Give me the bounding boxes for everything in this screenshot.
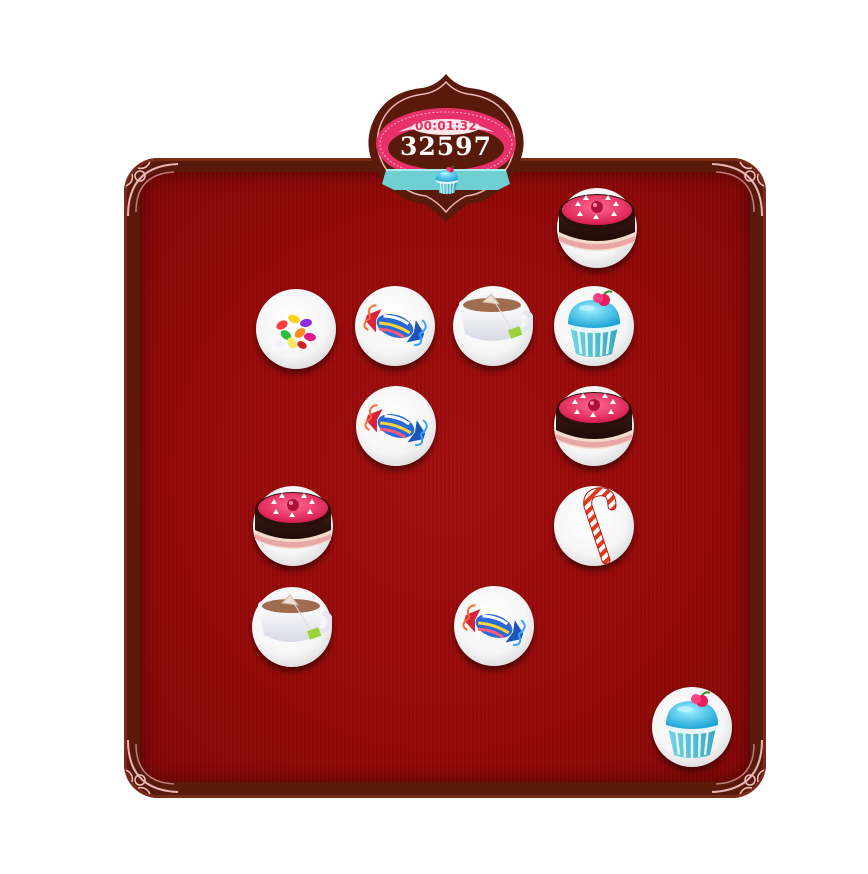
tile-cake[interactable] — [557, 188, 637, 268]
tile-wrapped-candy[interactable] — [454, 586, 534, 666]
cupcake-icon — [554, 286, 634, 366]
wrapped-candy-icon — [356, 386, 436, 466]
tile-cake[interactable] — [554, 386, 634, 466]
score-display: 32597 — [400, 132, 492, 161]
cake-icon — [253, 486, 333, 566]
tile-cake[interactable] — [253, 486, 333, 566]
wrapped-candy-icon — [454, 586, 534, 666]
tile-tea-cup[interactable] — [453, 286, 533, 366]
wrapped-candy-icon — [355, 286, 435, 366]
tea-cup-icon — [453, 286, 533, 366]
tile-wrapped-candy[interactable] — [355, 286, 435, 366]
tile-cupcake[interactable] — [652, 687, 732, 767]
tile-wrapped-candy[interactable] — [356, 386, 436, 466]
candy-cane-icon — [554, 486, 634, 566]
ornament-corner — [120, 730, 190, 800]
timer-display: 00:01:32 — [414, 119, 478, 133]
cupcake-icon — [430, 164, 464, 198]
cake-icon — [557, 188, 637, 268]
cupcake-icon — [652, 687, 732, 767]
cake-icon — [554, 386, 634, 466]
ornament-corner — [700, 156, 770, 226]
ornament-corner — [120, 156, 190, 226]
jelly-beans-icon — [256, 289, 336, 369]
tile-cupcake[interactable] — [554, 286, 634, 366]
tile-candy-cane[interactable] — [554, 486, 634, 566]
score-plaque: 00:01:32 32597 — [358, 72, 534, 222]
tile-jelly-beans[interactable] — [256, 289, 336, 369]
tea-cup-icon — [252, 587, 332, 667]
tile-tea-cup[interactable] — [252, 587, 332, 667]
